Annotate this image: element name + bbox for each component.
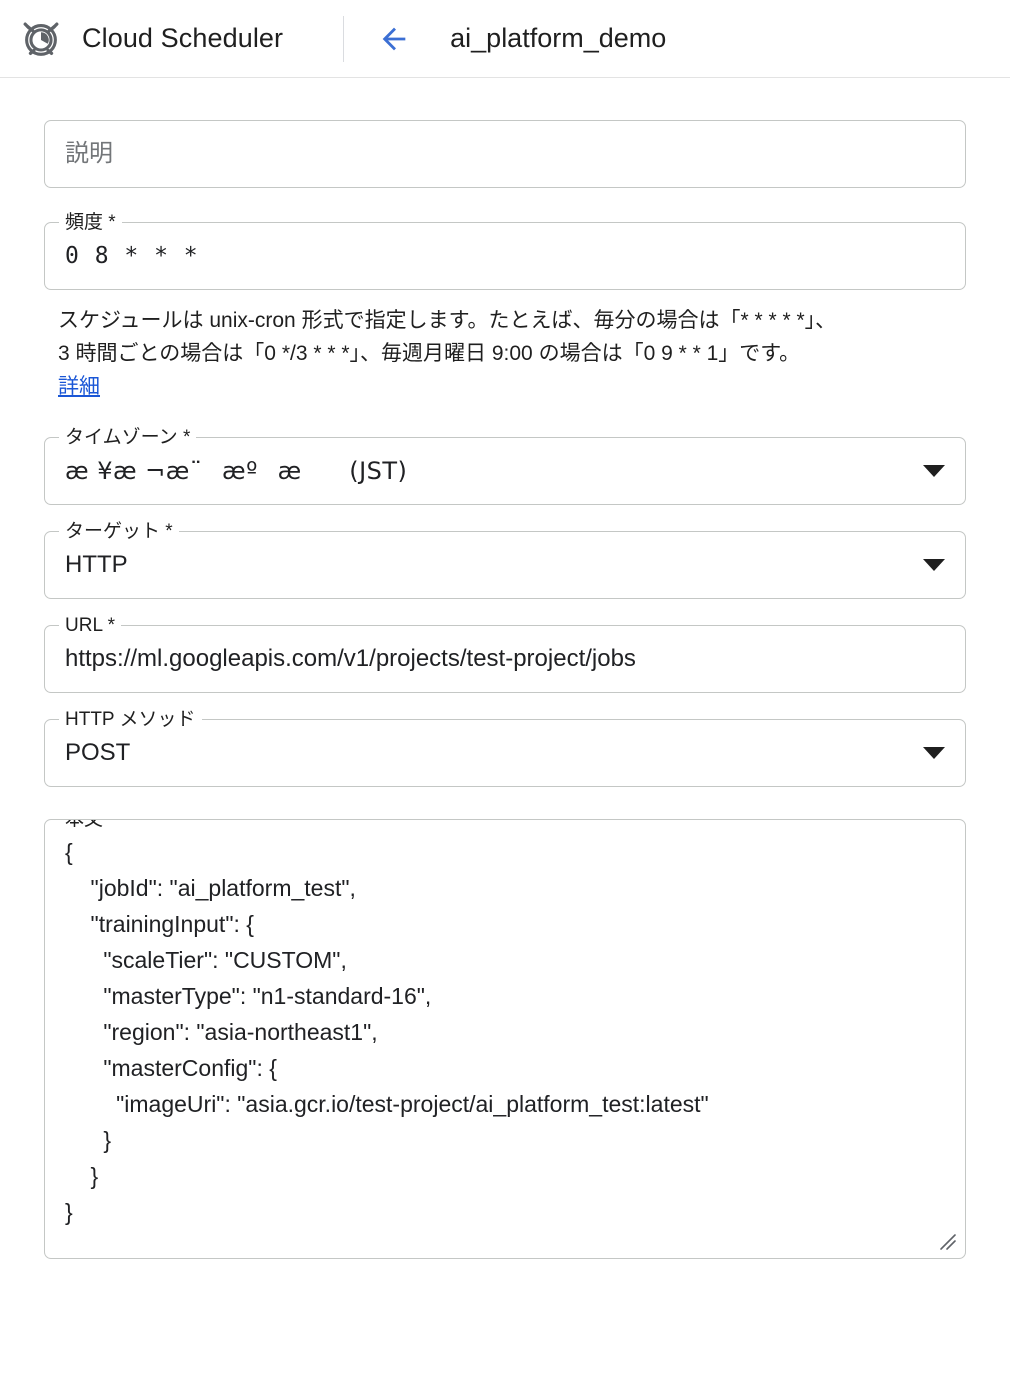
target-value: HTTP [65, 551, 128, 578]
url-value: https://ml.googleapis.com/v1/projects/te… [65, 645, 636, 672]
frequency-learn-more-link[interactable]: 詳細 [58, 372, 100, 402]
back-button[interactable] [372, 17, 416, 61]
description-field: 説明 [44, 120, 966, 188]
description-placeholder: 説明 [65, 140, 113, 167]
chevron-down-icon[interactable] [923, 465, 945, 477]
url-label: URL * [59, 615, 121, 637]
timezone-label: タイムゾーン * [59, 427, 197, 449]
http-method-field: HTTP メソッド POST [44, 709, 966, 787]
header-divider [343, 15, 345, 62]
http-method-value: POST [65, 739, 131, 766]
job-form: 説明 頻度 * 0 8 * * * スケジュールは unix-cron 形式で指… [0, 78, 1010, 1259]
target-label: ターゲット * [59, 521, 179, 543]
frequency-helper-line-1: スケジュールは unix-cron 形式で指定します。たとえば、毎分の場合は「*… [58, 309, 837, 332]
url-field: URL * https://ml.googleapis.com/v1/proje… [44, 615, 966, 693]
arrow-left-icon [377, 22, 411, 56]
body-value: { "jobId": "ai_platform_test", "training… [65, 839, 709, 1225]
brand: Cloud Scheduler [18, 16, 283, 62]
timezone-field: タイムゾーン * æ ¥æ ¬æ¨æºæ (JST) [44, 427, 966, 505]
app-title: Cloud Scheduler [82, 23, 284, 53]
http-method-label: HTTP メソッド [59, 709, 202, 731]
description-input[interactable]: 説明 [44, 120, 966, 188]
timezone-select[interactable]: タイムゾーン * æ ¥æ ¬æ¨æºæ (JST) [44, 427, 966, 505]
page-title: ai_platform_demo [450, 23, 667, 53]
frequency-helper-text: スケジュールは unix-cron 形式で指定します。たとえば、毎分の場合は「*… [58, 304, 964, 403]
timezone-value: æ ¥æ ¬æ¨æºæ (JST) [65, 457, 408, 485]
http-method-select[interactable]: HTTP メソッド POST [44, 709, 966, 787]
chevron-down-icon[interactable] [923, 747, 945, 759]
target-select[interactable]: ターゲット * HTTP [44, 521, 966, 599]
body-label: 本文 [59, 820, 110, 831]
frequency-value: 0 8 * * * [65, 243, 199, 269]
body-textarea[interactable]: 本文 { "jobId": "ai_platform_test", "train… [44, 819, 966, 1259]
frequency-input[interactable]: 頻度 * 0 8 * * * [44, 212, 966, 290]
chevron-down-icon[interactable] [923, 559, 945, 571]
body-field: 本文 { "jobId": "ai_platform_test", "train… [44, 819, 966, 1259]
frequency-field: 頻度 * 0 8 * * * [44, 212, 966, 290]
app-header: Cloud Scheduler ai_platform_demo [0, 0, 1010, 78]
target-field: ターゲット * HTTP [44, 521, 966, 599]
alarm-clock-icon [18, 16, 64, 62]
url-input[interactable]: URL * https://ml.googleapis.com/v1/proje… [44, 615, 966, 693]
frequency-helper-line-2: 3 時間ごとの場合は「0 */3 * * *」、毎週月曜日 9:00 の場合は「… [58, 342, 801, 365]
frequency-label: 頻度 * [59, 212, 122, 234]
resize-handle-icon[interactable] [937, 1231, 959, 1253]
